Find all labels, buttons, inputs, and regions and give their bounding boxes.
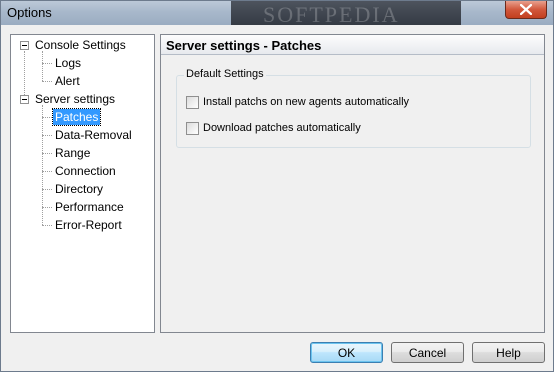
install-patches-option[interactable]: Install patchs on new agents automatical… <box>186 95 409 109</box>
close-icon <box>520 4 532 15</box>
collapse-toggle-server-settings[interactable] <box>20 95 29 104</box>
tree-item-alert[interactable]: Alert <box>55 73 80 89</box>
group-legend: Default Settings <box>184 68 266 80</box>
install-patches-label[interactable]: Install patchs on new agents automatical… <box>203 96 409 108</box>
help-button[interactable]: Help <box>472 342 545 363</box>
cancel-button[interactable]: Cancel <box>391 342 464 363</box>
tree-item-console-settings[interactable]: Console Settings <box>35 37 126 53</box>
panel-title: Server settings - Patches <box>166 38 322 53</box>
tree-item-connection[interactable]: Connection <box>55 163 116 179</box>
tree-connector <box>42 153 52 154</box>
default-settings-group: Default Settings Install patchs on new a… <box>176 68 531 148</box>
tree-connector <box>42 51 43 81</box>
tree-connector <box>42 189 52 190</box>
download-patches-option[interactable]: Download patches automatically <box>186 121 361 135</box>
install-patches-checkbox[interactable] <box>186 95 199 109</box>
close-button[interactable] <box>505 1 547 19</box>
collapse-toggle-console-settings[interactable] <box>20 41 29 50</box>
tree-connector <box>42 81 52 82</box>
tree-connector <box>42 63 52 64</box>
tree-item-error-report[interactable]: Error-Report <box>55 217 122 233</box>
tree-item-range[interactable]: Range <box>55 145 90 161</box>
download-patches-checkbox[interactable] <box>186 121 199 135</box>
tree-item-logs[interactable]: Logs <box>55 55 81 71</box>
tree-item-data-removal[interactable]: Data-Removal <box>55 127 132 143</box>
tree-item-patches[interactable]: Patches <box>51 108 102 126</box>
tree-item-directory[interactable]: Directory <box>55 181 103 197</box>
window-title: Options <box>7 5 52 20</box>
panel-header: Server settings - Patches <box>161 35 544 55</box>
tree-connector <box>42 135 52 136</box>
tree-connector <box>42 117 52 118</box>
tree-connector <box>42 225 52 226</box>
tree-item-server-settings[interactable]: Server settings <box>35 91 115 107</box>
tree-connector <box>24 51 25 99</box>
options-dialog: SOFTPEDIA Options Console Settings Logs … <box>0 0 554 372</box>
tree-connector <box>42 171 52 172</box>
settings-tree[interactable]: Console Settings Logs Alert Server setti… <box>10 34 155 333</box>
tree-connector <box>42 207 52 208</box>
tree-item-performance[interactable]: Performance <box>55 199 124 215</box>
download-patches-label[interactable]: Download patches automatically <box>203 122 361 134</box>
watermark: SOFTPEDIA <box>263 2 400 25</box>
settings-content-panel: Server settings - Patches Default Settin… <box>160 34 545 333</box>
ok-button[interactable]: OK <box>310 342 383 363</box>
title-bar[interactable]: SOFTPEDIA Options <box>1 1 553 25</box>
